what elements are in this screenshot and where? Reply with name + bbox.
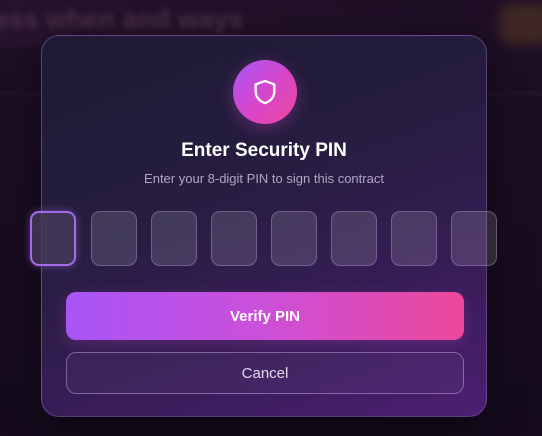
pin-input-group — [30, 211, 500, 268]
pin-digit-3[interactable] — [151, 211, 197, 266]
pin-digit-4[interactable] — [211, 211, 257, 266]
dialog-subtitle: Enter your 8-digit PIN to sign this cont… — [144, 171, 384, 186]
shield-badge — [233, 60, 297, 124]
pin-digit-6[interactable] — [331, 211, 377, 266]
cancel-button[interactable]: Cancel — [66, 352, 464, 394]
pin-digit-1[interactable] — [30, 211, 76, 266]
shield-icon — [254, 79, 276, 105]
pin-digit-8[interactable] — [451, 211, 497, 266]
verify-pin-button[interactable]: Verify PIN — [66, 292, 464, 340]
pin-digit-2[interactable] — [91, 211, 137, 266]
pin-digit-7[interactable] — [391, 211, 437, 266]
pin-digit-5[interactable] — [271, 211, 317, 266]
dialog-title: Enter Security PIN — [181, 140, 347, 161]
